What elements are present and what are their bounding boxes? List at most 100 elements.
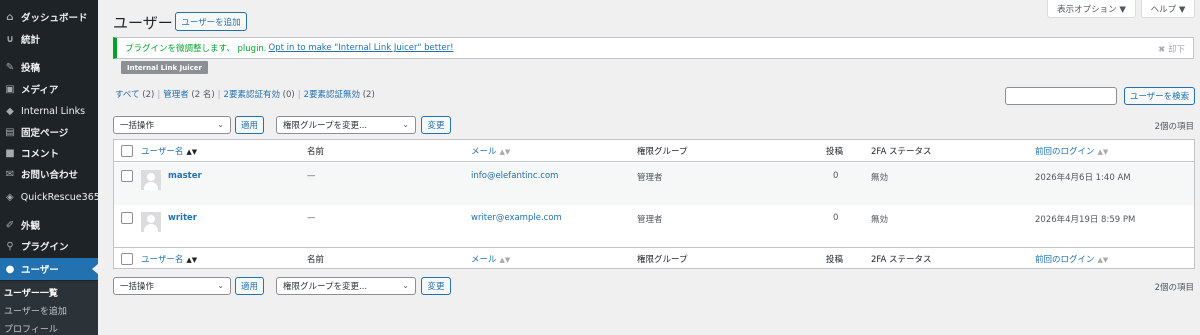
page-icon: ▤ [5,126,15,138]
menu-contact[interactable]: ✉ お問い合わせ [0,163,98,185]
column-posts: 投稿 [826,147,844,157]
table-row: writer — writer@example.com 管理者 0 無効 202… [114,205,1194,247]
apply-button[interactable]: 適用 [235,116,264,134]
menu-internal-links[interactable]: ◆ Internal Links [0,100,98,122]
menu-users[interactable]: ● ユーザー [0,258,98,280]
email-link[interactable]: info@elefantinc.com [471,171,558,181]
separator: | [217,90,221,100]
column-email[interactable]: メール ▲▼ [471,253,510,265]
cell-last-login: 2026年4月6日 1:40 AM [1035,173,1131,183]
plugin-notice: プラグインを微調整します、 plugin. Opt in to make "In… [113,37,1194,59]
stats-icon: ∪ [5,33,15,45]
cell-2fa-status: 無効 [871,173,889,183]
menu-label: 固定ページ [21,128,69,139]
cell-posts: 0 [833,171,839,181]
change-role-select[interactable]: 権限グループを変更... ⌄ [276,116,416,134]
filter-2fa-disabled[interactable]: 2要素認証無効 [304,90,360,100]
submenu-profile[interactable]: プロフィール [4,322,58,335]
filter-count: (2) [362,90,375,100]
help-button[interactable]: ヘルプ ▼ [1141,0,1195,18]
sort-icon: ▲▼ [1097,256,1109,264]
filter-2fa-enabled[interactable]: 2要素認証有効 [224,90,280,100]
menu-comments[interactable]: ■ コメント [0,142,98,164]
select-value: 権限グループを変更... [283,121,368,131]
items-count: 2個の項目 [1154,122,1194,132]
cell-name: — [307,213,316,223]
row-checkbox[interactable] [121,212,133,224]
menu-pages[interactable]: ▤ 固定ページ [0,121,98,143]
cell-posts: 0 [833,213,839,223]
search-users-button[interactable]: ユーザーを検索 [1124,87,1195,105]
username-link[interactable]: master [168,171,202,181]
plugin-icon: ⚲ [6,240,14,252]
column-username[interactable]: ユーザー名 ▲▼ [141,253,197,265]
add-user-button[interactable]: ユーザーを追加 [175,12,247,31]
screen-options-button[interactable]: 表示オプション ▼ [1047,0,1136,18]
cell-role: 管理者 [637,215,663,225]
menu-stats[interactable]: ∪ 統計 [0,28,98,50]
column-label: ユーザー名 [141,147,184,157]
email-link[interactable]: writer@example.com [471,213,562,223]
menu-dashboard[interactable]: ⌂ ダッシュボード [0,6,98,28]
menu-label: 外観 [21,221,41,232]
column-username[interactable]: ユーザー名 ▲▼ [141,145,197,157]
column-last-login[interactable]: 前回のログイン ▲▼ [1035,145,1108,157]
menu-label: ダッシュボード [21,13,88,24]
username-link[interactable]: writer [168,213,197,223]
user-search-input[interactable] [1005,87,1117,105]
column-label: 前回のログイン [1035,255,1095,265]
menu-posts[interactable]: ✎ 投稿 [0,56,98,78]
submenu-all-users[interactable]: ユーザー一覧 [4,286,58,299]
chevron-down-icon: ⌄ [217,281,224,290]
notice-text: プラグインを微調整します、 plugin. [125,44,267,54]
row-checkbox[interactable] [121,170,133,182]
cell-2fa-status: 無効 [871,215,889,225]
filter-count: (2) [142,90,155,100]
notice-dismiss-button[interactable]: ✖ 却下 [1158,43,1185,55]
column-last-login[interactable]: 前回のログイン ▲▼ [1035,253,1108,265]
column-name: 名前 [307,147,325,157]
bulk-action-select[interactable]: 一括操作 ⌄ [113,116,231,134]
column-role: 権限グループ [637,255,688,265]
filter-admin[interactable]: 管理者 [163,90,189,100]
brush-icon: ✐ [5,219,15,231]
chevron-down-icon: ⌄ [402,120,409,129]
menu-label: QuickRescue365 [20,191,98,203]
notice-opt-in-link[interactable]: Opt in to make "Internal Link Juicer" be… [269,43,454,53]
column-role: 権限グループ [637,147,688,157]
menu-media[interactable]: ▣ メディア [0,78,98,100]
filter-all[interactable]: すべて [115,90,140,100]
change-role-button-bottom[interactable]: 変更 [421,277,451,295]
select-all-checkbox[interactable] [121,253,133,265]
menu-quickrescue[interactable]: ◈ QuickRescue365 [0,186,98,208]
plugin-badge: Internal Link Juicer [121,61,208,74]
apply-button-bottom[interactable]: 適用 [235,277,264,295]
bulk-action-select-bottom[interactable]: 一括操作 ⌄ [113,277,231,295]
shield-icon: ◈ [6,191,14,203]
menu-appearance[interactable]: ✐ 外観 [0,214,98,236]
submenu-add-user[interactable]: ユーザーを追加 [4,304,67,317]
change-role-select-bottom[interactable]: 権限グループを変更... ⌄ [276,277,416,295]
menu-plugins[interactable]: ⚲ プラグイン [0,235,98,257]
menu-label: ユーザー [21,265,59,276]
filter-count: (2 名) [191,90,215,100]
table-row: master — info@elefantinc.com 管理者 0 無効 20… [114,163,1194,205]
items-count-bottom: 2個の項目 [1154,283,1194,293]
chevron-down-icon: ⌄ [402,281,409,290]
column-2fa-status: 2FA ステータス [871,147,932,157]
cell-name: — [307,171,316,181]
users-table: ユーザー名 ▲▼ 名前 メール ▲▼ 権限グループ 投稿 2FA ステータス 前回の… [113,139,1195,269]
mail-icon: ✉ [5,168,15,180]
column-label: メール [471,147,497,157]
chevron-down-icon: ⌄ [217,120,224,129]
menu-label: 投稿 [21,63,41,74]
cell-last-login: 2026年4月19日 8:59 PM [1035,215,1136,225]
separator: | [157,90,161,100]
table-header: ユーザー名 ▲▼ 名前 メール ▲▼ 権限グループ 投稿 2FA ステータス 前回の… [114,140,1194,162]
column-name: 名前 [307,255,325,265]
separator: | [297,90,301,100]
sort-icon: ▲▼ [1097,148,1109,156]
column-email[interactable]: メール ▲▼ [471,145,510,157]
select-all-checkbox[interactable] [121,145,133,157]
change-role-button[interactable]: 変更 [421,116,451,134]
